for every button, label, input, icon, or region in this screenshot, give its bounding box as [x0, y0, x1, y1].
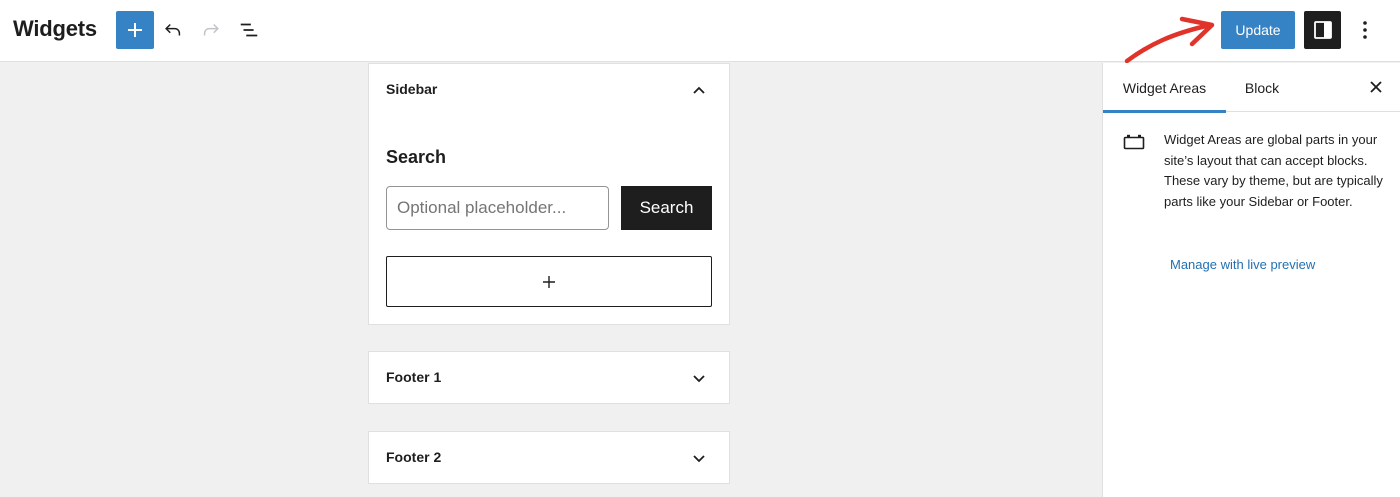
widget-area-footer-1: Footer 1 — [368, 351, 730, 404]
widgets-editor: Widgets Update Sidebar Search Optional p… — [0, 0, 1400, 497]
settings-toggle-button[interactable] — [1304, 11, 1341, 49]
update-button[interactable]: Update — [1221, 11, 1295, 49]
chevron-down-icon — [689, 448, 709, 468]
list-view-icon — [240, 23, 258, 37]
widget-area-toggle-footer-2[interactable]: Footer 2 — [369, 432, 729, 484]
plus-icon — [128, 23, 142, 37]
search-button[interactable]: Search — [621, 186, 712, 230]
search-input[interactable] — [386, 186, 609, 230]
close-sidebar-button[interactable] — [1364, 75, 1388, 99]
widget-area-sidebar: Sidebar Search Search — [368, 63, 730, 325]
close-icon — [1370, 81, 1382, 93]
plus-icon — [543, 275, 555, 288]
undo-button[interactable] — [158, 15, 188, 45]
redo-icon — [203, 23, 219, 36]
search-block-label: Search — [386, 147, 447, 167]
chevron-down-icon — [689, 368, 709, 388]
chevron-up-icon — [689, 80, 709, 100]
add-block-appender[interactable] — [386, 256, 712, 307]
widget-areas-icon — [1123, 134, 1145, 150]
widget-area-toggle-footer-1[interactable]: Footer 1 — [369, 352, 729, 404]
widget-area-toggle-sidebar[interactable]: Sidebar — [369, 64, 729, 116]
more-options-button[interactable] — [1350, 15, 1380, 45]
tab-widget-areas[interactable]: Widget Areas — [1103, 63, 1226, 113]
settings-sidebar: Widget Areas Block Widget Areas are glob… — [1102, 63, 1400, 497]
tab-block[interactable]: Block — [1227, 63, 1297, 112]
sidebar-tabs: Widget Areas Block — [1103, 63, 1400, 113]
widget-areas-description: Widget Areas are global parts in your si… — [1164, 132, 1383, 210]
more-vertical-icon — [1363, 21, 1367, 39]
sidebar-toggle-icon — [1313, 21, 1332, 39]
widget-area-title: Sidebar — [386, 81, 438, 97]
undo-icon — [165, 23, 181, 36]
editor-header: Widgets Update — [0, 0, 1400, 64]
widget-area-title: Footer 2 — [386, 449, 442, 465]
add-block-button[interactable] — [116, 11, 154, 49]
list-view-button[interactable] — [234, 15, 264, 45]
widget-area-title: Footer 1 — [386, 369, 442, 385]
redo-button[interactable] — [196, 15, 226, 45]
red-arrow-annotation — [1124, 16, 1215, 64]
page-title: Widgets — [13, 16, 97, 41]
widget-area-footer-2: Footer 2 — [368, 431, 730, 484]
manage-live-preview-link[interactable]: Manage with live preview — [1170, 257, 1315, 272]
